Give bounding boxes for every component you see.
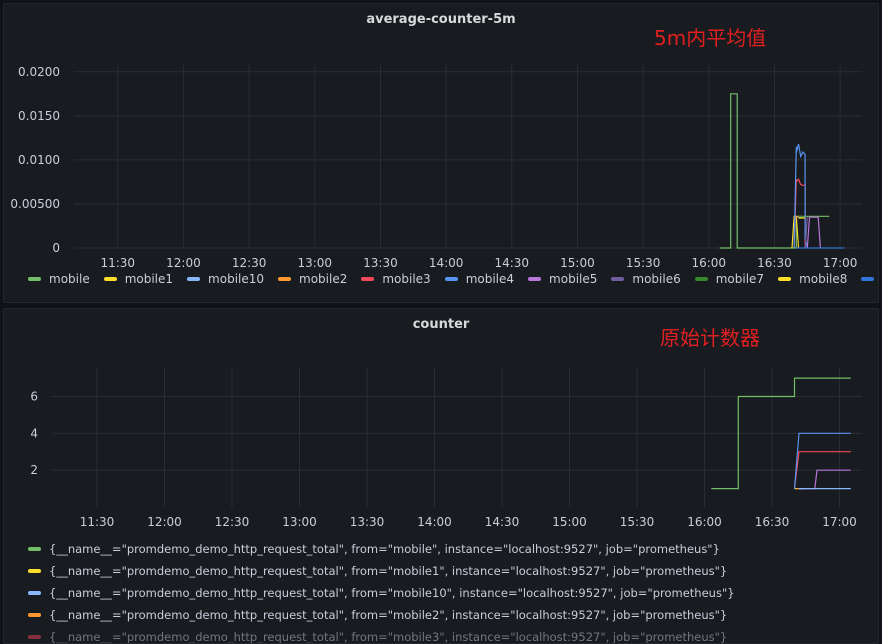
legend-label: mobile7	[715, 272, 765, 286]
legend-swatch	[694, 277, 708, 281]
x-tick-label: 11:30	[100, 256, 135, 270]
legend-swatch	[28, 277, 41, 281]
x-tick-label: 12:00	[147, 515, 182, 529]
legend-swatch	[528, 277, 542, 281]
counter-panel: counter 原始计数器 6 4 2 11:30 12:00 12:30 13:00 13:…	[3, 308, 879, 644]
legend-swatch	[28, 635, 41, 639]
legend-item[interactable]: {__name__="promdemo_demo_http_request_to…	[28, 626, 735, 644]
legend-item[interactable]: mobile9	[861, 272, 878, 286]
legend-item[interactable]: mobile10	[187, 272, 264, 286]
x-tick-label: 17:00	[822, 515, 857, 529]
x-tick-label: 16:00	[687, 515, 722, 529]
y-tick-label: 0.00500	[10, 197, 60, 211]
legend-label: mobile8	[799, 272, 848, 286]
x-tick-label: 16:30	[755, 515, 790, 529]
x-tick-label: 12:30	[232, 256, 267, 270]
x-tick-label: 14:30	[485, 515, 520, 529]
x-tick-label: 12:00	[166, 256, 201, 270]
legend-swatch	[778, 277, 792, 281]
legend-item[interactable]: {__name__="promdemo_demo_http_request_to…	[28, 582, 735, 604]
legend-swatch	[361, 277, 375, 281]
legend-swatch	[28, 569, 41, 573]
x-tick-label: 13:30	[350, 515, 385, 529]
y-tick-label: 6	[30, 389, 38, 403]
legend-label: mobile2	[299, 272, 348, 286]
series-line-mobile5	[806, 216, 821, 249]
legend-swatch	[278, 277, 292, 281]
legend-swatch	[28, 613, 41, 617]
legend-item[interactable]: mobile4	[444, 272, 515, 286]
legend-swatch	[444, 277, 458, 281]
x-tick-label: 17:00	[823, 256, 858, 270]
legend-swatch	[187, 277, 201, 281]
legend-item[interactable]: {__name__="promdemo_demo_http_request_to…	[28, 604, 735, 626]
average-counter-chart[interactable]: 0.0200 0.0150 0.0100 0.00500 0 11:30 12:00 12:3…	[4, 4, 879, 303]
x-tick-label: 15:00	[552, 515, 587, 529]
legend-item[interactable]: mobile1	[103, 272, 174, 286]
legend-label: mobile3	[382, 272, 431, 286]
y-tick-label: 0	[52, 241, 60, 255]
legend-label: mobile4	[465, 272, 515, 286]
legend-swatch	[861, 277, 875, 281]
legend-swatch	[28, 591, 41, 595]
legend-swatch	[103, 277, 117, 281]
legend-label: mobile6	[632, 272, 681, 286]
x-tick-label: 13:00	[282, 515, 317, 529]
legend-label: {__name__="promdemo_demo_http_request_to…	[49, 542, 720, 556]
series-line-mobile5	[799, 469, 851, 490]
legend: mobile mobile1 mobile10 mobile2 mobile3 mobil…	[4, 272, 878, 286]
legend-label: mobile	[49, 272, 90, 286]
legend: {__name__="promdemo_demo_http_request_to…	[28, 538, 735, 644]
x-tick-label: 14:30	[494, 256, 529, 270]
x-tick-label: 15:00	[560, 256, 595, 270]
legend-item[interactable]: {__name__="promdemo_demo_http_request_to…	[28, 538, 735, 560]
x-tick-label: 15:30	[626, 256, 661, 270]
x-tick-label: 14:00	[417, 515, 452, 529]
y-tick-label: 2	[30, 463, 38, 477]
legend-item[interactable]: mobile	[28, 272, 90, 286]
legend-item[interactable]: mobile8	[778, 272, 847, 286]
legend-item[interactable]: mobile2	[278, 272, 347, 286]
x-tick-label: 12:30	[215, 515, 250, 529]
y-tick-label: 0.0200	[18, 65, 60, 79]
y-tick-label: 0.0100	[18, 153, 60, 167]
series-line-mobile4	[793, 432, 851, 489]
legend-item[interactable]: mobile7	[694, 272, 765, 286]
legend-label: {__name__="promdemo_demo_http_request_to…	[49, 564, 728, 578]
legend-label: {__name__="promdemo_demo_http_request_to…	[49, 630, 728, 644]
legend-swatch	[28, 547, 41, 551]
x-tick-label: 15:30	[620, 515, 655, 529]
legend-swatch	[611, 277, 625, 281]
x-tick-label: 13:30	[363, 256, 398, 270]
legend-label: mobile5	[549, 272, 598, 286]
x-tick-label: 16:00	[691, 256, 726, 270]
legend-item[interactable]: {__name__="promdemo_demo_http_request_to…	[28, 560, 735, 582]
x-tick-label: 16:30	[757, 256, 792, 270]
average-counter-panel: average-counter-5m 5m内平均值 0.0200 0.0150 0.…	[3, 3, 879, 303]
legend-label: mobile1	[124, 272, 174, 286]
x-tick-label: 11:30	[80, 515, 115, 529]
legend-item[interactable]: mobile6	[611, 272, 681, 286]
x-tick-label: 14:00	[429, 256, 464, 270]
legend-label: {__name__="promdemo_demo_http_request_to…	[49, 586, 735, 600]
legend-label: mobile10	[208, 272, 265, 286]
y-tick-label: 4	[30, 426, 38, 440]
legend-item[interactable]: mobile3	[361, 272, 431, 286]
legend-label: {__name__="promdemo_demo_http_request_to…	[49, 608, 728, 622]
x-tick-label: 13:00	[297, 256, 332, 270]
y-tick-label: 0.0150	[18, 109, 60, 123]
legend-item[interactable]: mobile5	[528, 272, 597, 286]
